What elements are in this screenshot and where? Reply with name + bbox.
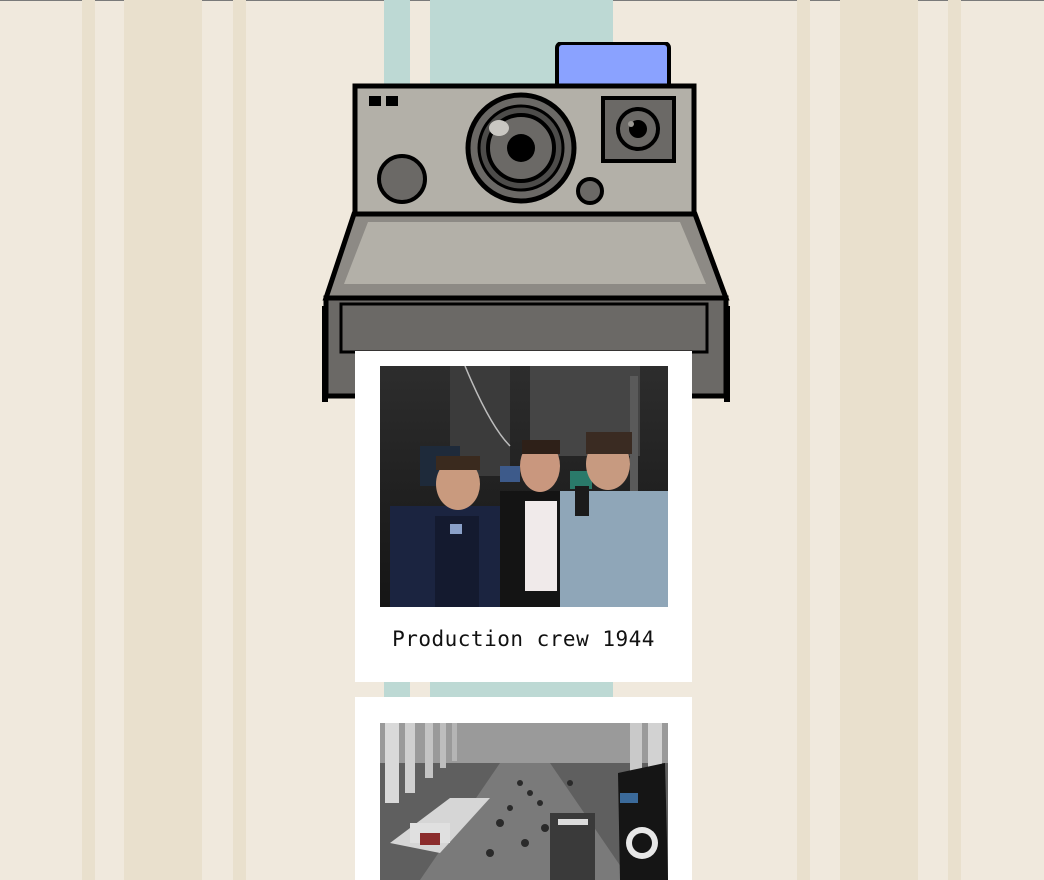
background-stripe — [840, 0, 918, 880]
exhibition-hall-photo-image — [380, 723, 668, 880]
background-stripe — [82, 0, 95, 880]
polaroid-caption: Production crew 1944 — [392, 627, 655, 651]
background-stripe — [124, 0, 202, 880]
background-stripe — [797, 0, 810, 880]
instant-camera-icon — [322, 42, 730, 404]
background-stripe — [233, 0, 246, 880]
polaroid-card[interactable]: Production crew 1944 — [355, 351, 692, 682]
background-stripe — [948, 0, 961, 880]
group-photo-image — [380, 366, 668, 607]
polaroid-card[interactable] — [355, 697, 692, 880]
